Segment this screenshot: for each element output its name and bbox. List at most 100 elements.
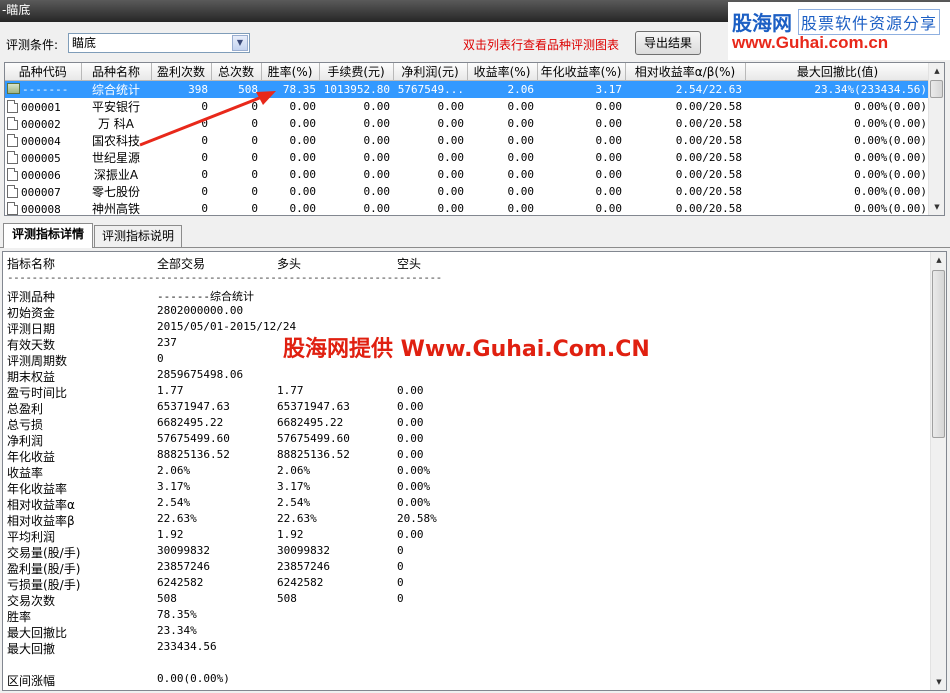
column-header[interactable]: 收益率(%) bbox=[467, 63, 538, 81]
cell-ret: 0.00 bbox=[507, 168, 535, 181]
cell-annual: 0.00 bbox=[595, 202, 623, 215]
table-row[interactable]: 000004 国农科技 0 0 0.00 0.00 0.00 0.00 0.00 0.00/20.… bbox=[5, 132, 930, 149]
cell-ret: 0.00 bbox=[507, 185, 535, 198]
column-header[interactable]: 净利润(元) bbox=[393, 63, 468, 81]
column-header[interactable]: 胜率(%) bbox=[261, 63, 320, 81]
detail-cell: 胜率 bbox=[7, 610, 32, 624]
table-scrollbar[interactable]: ▲ ▼ bbox=[928, 63, 944, 215]
column-header[interactable]: 最大回撤比(值) bbox=[745, 63, 931, 81]
detail-cell: 0.00 bbox=[397, 432, 424, 445]
detail-cell: 30099832 bbox=[277, 544, 330, 557]
chevron-down-icon[interactable]: ▼ bbox=[232, 35, 248, 51]
tab-detail[interactable]: 评测指标详情 bbox=[3, 223, 93, 248]
cell-code: 000005 bbox=[5, 149, 81, 166]
column-header[interactable]: 总次数 bbox=[211, 63, 262, 81]
site-logo: 股海网 股票软件资源分享 www.Guhai.com.cn bbox=[728, 2, 950, 60]
cell-wins: 0 bbox=[201, 168, 208, 181]
document-icon bbox=[7, 133, 18, 147]
cell-profit: 0.00 bbox=[437, 202, 465, 215]
detail-cell: 最大回撤 bbox=[7, 642, 56, 656]
cell-ret: 0.00 bbox=[507, 202, 535, 215]
scroll-down-icon[interactable]: ▼ bbox=[929, 199, 944, 215]
detail-cell: 2859675498.06 bbox=[157, 368, 244, 381]
detail-divider: ----------------------------------------… bbox=[7, 271, 442, 284]
cell-dd: 0.00%(0.00) bbox=[854, 185, 927, 198]
cell-code: ------- bbox=[5, 80, 81, 98]
detail-cell: 0.00 bbox=[397, 528, 424, 541]
cell-name: 深振业A bbox=[93, 168, 139, 182]
detail-cell: 508 bbox=[277, 592, 297, 605]
cell-rate: 0.00 bbox=[289, 168, 317, 181]
tab-explanation[interactable]: 评测指标说明 bbox=[94, 225, 182, 248]
detail-cell: 总盈利 bbox=[7, 402, 44, 416]
detail-cell: 22.63% bbox=[157, 512, 197, 525]
cell-rel: 0.00/20.58 bbox=[675, 117, 742, 130]
column-header[interactable]: 品种代码 bbox=[5, 63, 82, 81]
scroll-down-icon[interactable]: ▼ bbox=[931, 674, 946, 690]
column-header[interactable]: 相对收益率α/β(%) bbox=[625, 63, 746, 81]
cell-wins: 0 bbox=[201, 202, 208, 215]
cell-name: 平安银行 bbox=[91, 100, 140, 114]
detail-cell: 盈利量(股/手) bbox=[7, 562, 81, 576]
cell-annual: 0.00 bbox=[595, 168, 623, 181]
cell-profit: 0.00 bbox=[437, 168, 465, 181]
cell-code: 000006 bbox=[5, 166, 81, 183]
detail-cell: 年化收益 bbox=[7, 450, 56, 464]
detail-cell: 65371947.63 bbox=[157, 400, 230, 413]
detail-cell: 2802000000.00 bbox=[157, 304, 244, 317]
cell-rate: 0.00 bbox=[289, 100, 317, 113]
detail-cell: 评测品种 bbox=[7, 290, 56, 304]
detail-cell: 交易量(股/手) bbox=[7, 546, 81, 560]
condition-select[interactable]: 瞄底 ▼ bbox=[68, 33, 250, 53]
cell-rel: 2.54/22.63 bbox=[625, 80, 745, 98]
table-row[interactable]: 000008 神州高铁 0 0 0.00 0.00 0.00 0.00 0.00 0.00/20.… bbox=[5, 200, 930, 215]
cell-code: 000007 bbox=[5, 183, 81, 200]
tab-explanation-label: 评测指标说明 bbox=[101, 229, 174, 243]
cell-fee: 0.00 bbox=[363, 185, 391, 198]
detail-cell: 最大回撤比 bbox=[7, 626, 68, 640]
table-row[interactable]: 000007 零七股份 0 0 0.00 0.00 0.00 0.00 0.00 0.00/20.… bbox=[5, 183, 930, 200]
cell-ret: 0.00 bbox=[507, 117, 535, 130]
detail-cell: 盈亏时间比 bbox=[7, 386, 68, 400]
table-row[interactable]: 000006 深振业A 0 0 0.00 0.00 0.00 0.00 0.00 0.00/20.… bbox=[5, 166, 930, 183]
export-results-button[interactable]: 导出结果 bbox=[635, 31, 701, 55]
detail-cell: 年化收益率 bbox=[7, 482, 68, 496]
table-row[interactable]: ------- 综合统计 398 508 78.35 1013952.80 5767549.… bbox=[5, 80, 930, 98]
column-header[interactable]: 年化收益率(%) bbox=[537, 63, 626, 81]
cell-rate: 0.00 bbox=[289, 151, 317, 164]
detail-scrollbar[interactable]: ▲ ▼ bbox=[930, 252, 946, 690]
scroll-thumb[interactable] bbox=[930, 80, 943, 98]
cell-fee: 0.00 bbox=[363, 168, 391, 181]
detail-cell: 总亏损 bbox=[7, 418, 44, 432]
detail-cell: 2.54% bbox=[157, 496, 191, 509]
cell-profit: 0.00 bbox=[437, 185, 465, 198]
cell-dd: 23.34%(233434.56) bbox=[745, 80, 930, 98]
scroll-thumb[interactable] bbox=[932, 270, 945, 438]
cell-total: 0 bbox=[251, 168, 258, 181]
scroll-up-icon[interactable]: ▲ bbox=[929, 63, 944, 79]
cell-rel: 0.00/20.58 bbox=[675, 134, 742, 147]
column-header[interactable]: 盈利次数 bbox=[151, 63, 212, 81]
detail-cell: 22.63% bbox=[277, 512, 317, 525]
scroll-up-icon[interactable]: ▲ bbox=[931, 252, 946, 268]
document-icon bbox=[7, 201, 18, 215]
cell-total: 0 bbox=[251, 134, 258, 147]
detail-cell: 0.00% bbox=[397, 464, 431, 477]
cell-code: 000004 bbox=[5, 132, 81, 149]
detail-cell: 收益率 bbox=[7, 466, 44, 480]
table-row[interactable]: 000002 万 科A 0 0 0.00 0.00 0.00 0.00 0.00 0.00/20.… bbox=[5, 115, 930, 132]
detail-cell: 6242582 bbox=[277, 576, 324, 589]
cell-total: 0 bbox=[251, 151, 258, 164]
detail-cell: 有效天数 bbox=[7, 338, 56, 352]
cell-rate: 0.00 bbox=[289, 117, 317, 130]
results-table[interactable]: 品种代码 品种名称 盈利次数 总次数 胜率(%) 手续费(元) 净利润(元) 收益率(%) 年化… bbox=[4, 62, 945, 216]
detail-cell: 平均利润 bbox=[7, 530, 56, 544]
cell-dd: 0.00%(0.00) bbox=[854, 100, 927, 113]
detail-cell: 0 bbox=[397, 576, 404, 589]
logo-url-text: www.Guhai.com.cn bbox=[732, 33, 889, 52]
table-row[interactable]: 000005 世纪星源 0 0 0.00 0.00 0.00 0.00 0.00 0.00/20.… bbox=[5, 149, 930, 166]
cell-fee: 0.00 bbox=[363, 100, 391, 113]
column-header[interactable]: 手续费(元) bbox=[319, 63, 394, 81]
table-row[interactable]: 000001 平安银行 0 0 0.00 0.00 0.00 0.00 0.00 0.00/20.… bbox=[5, 98, 930, 115]
column-header[interactable]: 品种名称 bbox=[81, 63, 152, 81]
